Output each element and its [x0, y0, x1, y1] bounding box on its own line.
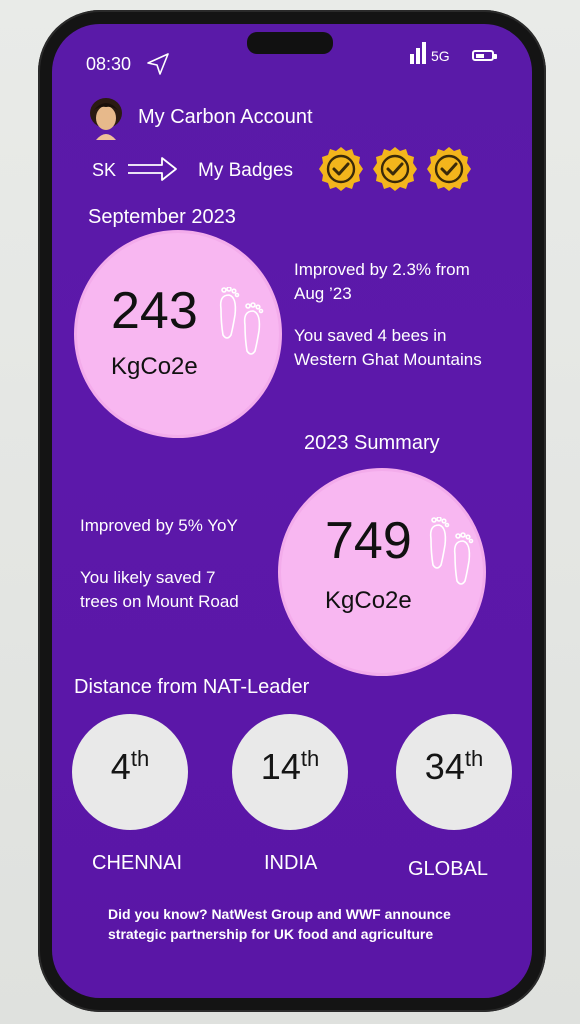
- yearly-value: 749: [325, 512, 412, 570]
- monthly-footprint-card[interactable]: 243 KgCo2e: [74, 230, 282, 438]
- user-initials: SK: [92, 160, 117, 180]
- status-time: 08:30: [86, 54, 132, 74]
- send-icon: [147, 53, 169, 75]
- camera-notch: [247, 32, 333, 54]
- badges-label[interactable]: My Badges: [198, 160, 293, 182]
- app-screen: 08:30 5G My Carbon Account SK My Badges …: [52, 24, 532, 998]
- rank-label-global: GLOBAL: [408, 858, 489, 880]
- network-type: 5G: [431, 48, 450, 64]
- rank-global[interactable]: 34th: [396, 714, 512, 830]
- summary-improvement: Improved by 5% YoY: [80, 516, 238, 535]
- rank-india[interactable]: 14th: [232, 714, 348, 830]
- arrow-icon: [128, 157, 177, 181]
- avatar[interactable]: [88, 96, 124, 140]
- check-badge-icon[interactable]: [372, 146, 418, 192]
- monthly-improvement: Improved by 2.3% from Aug ’23: [294, 260, 470, 303]
- signal-icon: [410, 42, 426, 64]
- did-you-know-banner[interactable]: Did you know? NatWest Group and WWF anno…: [108, 904, 468, 944]
- monthly-impact: You saved 4 bees in Western Ghat Mountai…: [294, 326, 482, 369]
- summary-impact: You likely saved 7 trees on Mount Road: [80, 568, 239, 611]
- rank-label-india: INDIA: [264, 852, 318, 874]
- summary-label: 2023 Summary: [304, 432, 440, 454]
- rank-label-chennai: CHENNAI: [92, 852, 183, 874]
- yearly-footprint-card[interactable]: 749 KgCo2e: [278, 468, 486, 676]
- monthly-unit: KgCo2e: [111, 353, 198, 380]
- monthly-value: 243: [111, 282, 198, 340]
- check-badge-icon[interactable]: [426, 146, 472, 192]
- rank-chennai[interactable]: 4th: [72, 714, 188, 830]
- month-label: September 2023: [88, 206, 236, 228]
- leaderboard-title: Distance from NAT-Leader: [74, 676, 310, 698]
- footprints-icon: [219, 287, 264, 355]
- page-title: My Carbon Account: [138, 106, 313, 128]
- battery-icon: [472, 50, 497, 61]
- yearly-unit: KgCo2e: [325, 587, 412, 614]
- footprints-icon: [429, 517, 474, 585]
- check-badge-icon[interactable]: [318, 146, 364, 192]
